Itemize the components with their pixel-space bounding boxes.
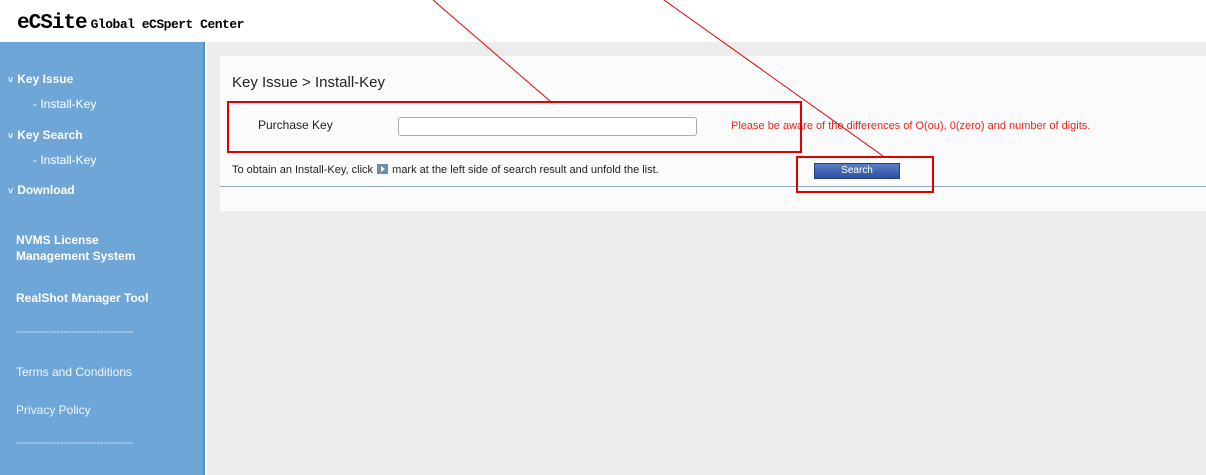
header: eCSite Global eCSpert Center (0, 0, 1206, 42)
sidebar: ˅ Key Issue - Install-Key ˅ Key Search - I… (0, 42, 205, 475)
nvms-line-2: Management System (16, 249, 136, 263)
chevron-down-icon: ˅ (8, 75, 14, 85)
annotation-box-search-button (796, 156, 934, 193)
instruction-after: mark at the left side of search result a… (392, 164, 659, 176)
sidebar-item-download[interactable]: ˅ Download (8, 183, 75, 197)
sidebar-link-realshot[interactable]: RealShot Manager Tool (16, 290, 148, 306)
sidebar-divider: -------------------------------- (16, 437, 134, 449)
sidebar-link-privacy[interactable]: Privacy Policy (16, 403, 91, 417)
sidebar-item-key-search-install-key[interactable]: - Install-Key (33, 153, 96, 167)
sidebar-item-key-search[interactable]: ˅ Key Search (8, 128, 83, 142)
sidebar-divider: -------------------------------- (16, 326, 134, 338)
sidebar-link-nvms[interactable]: NVMS License Management System (16, 232, 135, 264)
sidebar-item-label: Download (17, 183, 75, 197)
nvms-line-1: NVMS License (16, 233, 99, 247)
chevron-down-icon: ˅ (8, 131, 14, 141)
sidebar-item-label: Key Search (17, 128, 83, 142)
sidebar-item-key-issue[interactable]: ˅ Key Issue (8, 72, 73, 86)
sidebar-link-terms[interactable]: Terms and Conditions (16, 365, 132, 379)
brand-subtitle: Global eCSpert Center (90, 17, 245, 32)
chevron-down-icon: ˅ (8, 186, 14, 196)
site-logo[interactable]: eCSite Global eCSpert Center (17, 12, 244, 35)
instruction-text: To obtain an Install-Key, click mark at … (232, 164, 659, 176)
breadcrumb: Key Issue > Install-Key (232, 74, 385, 91)
annotation-box-purchase-key (227, 101, 802, 153)
brand-name: eCSite (17, 12, 88, 35)
sidebar-item-label: Key Issue (17, 72, 74, 86)
expand-arrow-icon (377, 164, 389, 174)
divider-line (220, 186, 1206, 187)
sidebar-item-key-issue-install-key[interactable]: - Install-Key (33, 97, 96, 111)
instruction-before: To obtain an Install-Key, click (232, 164, 374, 176)
